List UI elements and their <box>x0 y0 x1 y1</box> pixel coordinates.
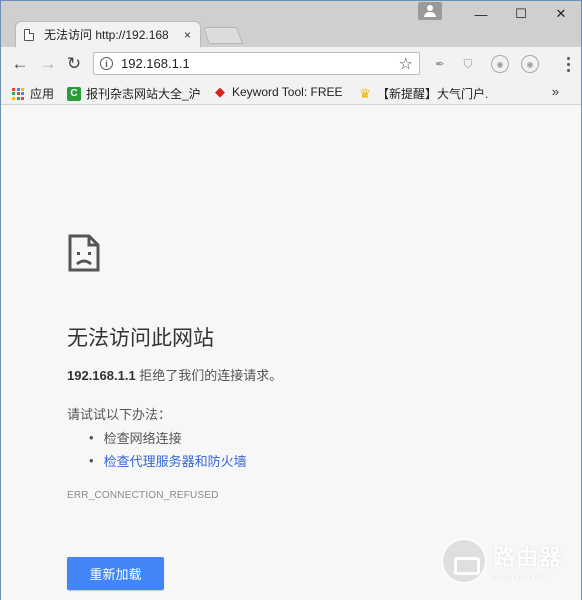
bell-icon: ♛ <box>359 85 371 101</box>
router-logo-icon <box>441 538 487 584</box>
maximize-button[interactable]: ☐ <box>501 1 541 27</box>
tab-close-icon[interactable]: × <box>184 28 191 42</box>
toolbar: ← → ↻ i 192.168.1.1 ☆ ✒ ⛉ ◉ ◉ <box>1 47 581 81</box>
bookmark-label: 【新提醒】大气门户. <box>377 87 489 101</box>
bookmark-star-icon[interactable]: ☆ <box>399 54 413 74</box>
sad-page-icon <box>68 234 100 272</box>
extension-circle-icon-1[interactable]: ◉ <box>491 55 509 73</box>
window-controls: — ☐ ✕ <box>461 1 581 27</box>
forward-button[interactable]: → <box>37 53 59 75</box>
watermark: 路由器 luyouqi.com <box>441 538 562 584</box>
url-text[interactable]: 192.168.1.1 <box>121 56 399 71</box>
bookmark-label: 报刊杂志网站大全_沪 <box>86 87 201 101</box>
reload-page-button[interactable]: 重新加载 <box>67 557 164 590</box>
error-title: 无法访问此网站 <box>67 327 214 350</box>
error-code: ERR_CONNECTION_REFUSED <box>67 490 219 501</box>
bookmark-item[interactable]: ◆ Keyword Tool: FREE <box>213 85 343 99</box>
user-profile-icon[interactable] <box>418 2 442 20</box>
error-page: 无法访问此网站 192.168.1.1 拒绝了我们的连接请求。 请试试以下办法：… <box>1 106 581 600</box>
title-bar: 无法访问 http://192.168 × — ☐ ✕ <box>1 1 581 47</box>
browser-window: 无法访问 http://192.168 × — ☐ ✕ ← → ↻ i 192.… <box>0 0 582 600</box>
extension-shield-icon[interactable]: ⛉ <box>459 55 477 73</box>
extension-circle-icon-2[interactable]: ◉ <box>521 55 539 73</box>
extension-feather-icon[interactable]: ✒ <box>431 55 449 73</box>
c-icon: C <box>67 86 81 101</box>
minimize-button[interactable]: — <box>461 1 501 27</box>
close-window-button[interactable]: ✕ <box>541 1 581 27</box>
new-tab-button[interactable] <box>202 27 244 44</box>
menu-icon[interactable] <box>565 55 571 73</box>
tip-item-link[interactable]: 检查代理服务器和防火墙 <box>89 449 247 472</box>
error-description: 192.168.1.1 拒绝了我们的连接请求。 <box>67 365 282 384</box>
keyword-icon: ◆ <box>215 85 225 99</box>
address-bar[interactable]: i 192.168.1.1 ☆ <box>93 52 420 75</box>
apps-icon <box>12 87 24 100</box>
bookmarks-more-icon[interactable]: » <box>552 84 559 99</box>
bookmark-label: Keyword Tool: FREE <box>232 85 343 99</box>
tips-list: 检查网络连接 检查代理服务器和防火墙 <box>89 426 247 472</box>
bookmark-item[interactable]: ♛ 【新提醒】大气门户. <box>358 85 490 102</box>
watermark-url: luyouqi.com <box>493 571 547 583</box>
try-label: 请试试以下办法： <box>67 407 172 422</box>
tip-item: 检查网络连接 <box>89 426 247 449</box>
tab-title: 无法访问 http://192.168 <box>44 28 169 42</box>
page-icon <box>24 28 34 41</box>
watermark-name: 路由器 <box>493 544 563 570</box>
tab-active[interactable]: 无法访问 http://192.168 × <box>15 21 201 47</box>
error-host: 192.168.1.1 <box>67 368 136 383</box>
bookmark-apps[interactable]: 应用 <box>12 85 54 102</box>
back-button[interactable]: ← <box>9 53 31 75</box>
reload-button[interactable]: ↻ <box>63 53 85 75</box>
error-desc-text: 拒绝了我们的连接请求。 <box>135 368 283 383</box>
info-icon[interactable]: i <box>100 57 113 70</box>
bookmarks-bar: 应用 C 报刊杂志网站大全_沪 ◆ Keyword Tool: FREE ♛ 【… <box>1 81 581 105</box>
bookmark-label: 应用 <box>30 87 55 101</box>
bookmark-item[interactable]: C 报刊杂志网站大全_沪 <box>67 85 203 102</box>
